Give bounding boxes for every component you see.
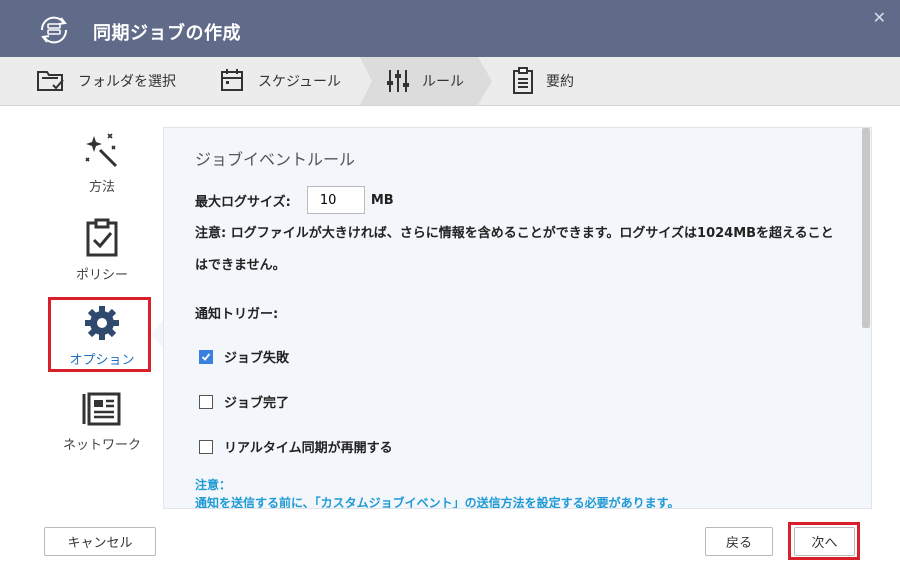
magic-wand-icon	[85, 133, 118, 168]
step-label: スケジュール	[258, 74, 342, 90]
network-icon	[82, 392, 121, 426]
notification-note: 注意： 通知を送信する前に、「カスタムジョブイベント」の送信方法を設定する必要が…	[195, 476, 680, 509]
back-button[interactable]: 戻る	[705, 527, 773, 556]
trigger-job-failed[interactable]: ジョブ失敗	[199, 347, 289, 366]
sidebar-item-label: 方法	[88, 180, 115, 195]
checkbox[interactable]	[199, 439, 213, 454]
next-highlight-box	[788, 522, 860, 560]
calendar-icon	[221, 69, 243, 91]
log-size-note: 注意: ログファイルが大きければ、さらに情報を含めることができます。ログサイズは…	[195, 226, 834, 273]
clipboard-check-icon	[86, 218, 118, 257]
notification-note-title: 注意：	[195, 478, 232, 492]
scrollbar[interactable]	[862, 128, 870, 328]
check-icon	[201, 352, 211, 361]
log-size-input[interactable]	[306, 186, 365, 214]
sync-job-icon	[40, 16, 68, 44]
section-title: ジョブイベントルール	[195, 150, 356, 169]
trigger-realtime-resume[interactable]: リアルタイム同期が再開する	[199, 437, 393, 456]
sidebar-item-network[interactable]: ネットワーク	[50, 388, 154, 453]
trigger-job-completed[interactable]: ジョブ完了	[199, 392, 289, 411]
log-size-label: 最大ログサイズ:	[195, 194, 291, 210]
sliders-icon	[387, 70, 409, 92]
notification-note-text: 通知を送信する前に、「カスタムジョブイベント」の送信方法を設定する必要があります…	[195, 496, 680, 509]
step-label: ルール	[422, 74, 464, 90]
step-rules: ルール	[386, 57, 464, 105]
step-summary: 要約	[512, 57, 574, 105]
title-bar: 同期ジョブの作成 ✕	[0, 0, 900, 57]
log-size-row: 最大ログサイズ: MB	[195, 186, 394, 214]
cancel-button[interactable]: キャンセル	[44, 527, 156, 556]
step-select-folder: フォルダを選択	[36, 57, 176, 105]
checkbox-label: ジョブ完了	[224, 396, 290, 411]
step-label: 要約	[546, 74, 574, 90]
options-highlight-box	[48, 297, 151, 372]
sidebar-item-label: ポリシー	[75, 268, 128, 283]
sidebar-item-label: ネットワーク	[62, 438, 141, 453]
trigger-label: 通知トリガー:	[195, 307, 279, 322]
folder-check-icon	[37, 71, 64, 91]
options-panel: ジョブイベントルール 最大ログサイズ: MB 注意: ログファイルが大きければ、…	[163, 127, 872, 509]
log-size-unit: MB	[370, 192, 394, 208]
checkbox[interactable]	[199, 394, 213, 409]
checkbox-label: ジョブ失敗	[224, 351, 290, 366]
sidebar-item-method[interactable]: 方法	[50, 130, 154, 195]
checkbox-label: リアルタイム同期が再開する	[224, 441, 393, 456]
checkbox[interactable]	[199, 349, 213, 364]
wizard-steps: フォルダを選択 スケジュール ルール 要約	[0, 57, 900, 106]
sidebar-item-policy[interactable]: ポリシー	[50, 218, 154, 283]
step-label: フォルダを選択	[78, 74, 176, 90]
close-icon[interactable]: ✕	[873, 10, 886, 26]
active-pointer	[151, 320, 163, 348]
step-schedule: スケジュール	[220, 57, 341, 105]
window-title: 同期ジョブの作成	[93, 23, 241, 44]
clipboard-list-icon	[513, 67, 533, 94]
